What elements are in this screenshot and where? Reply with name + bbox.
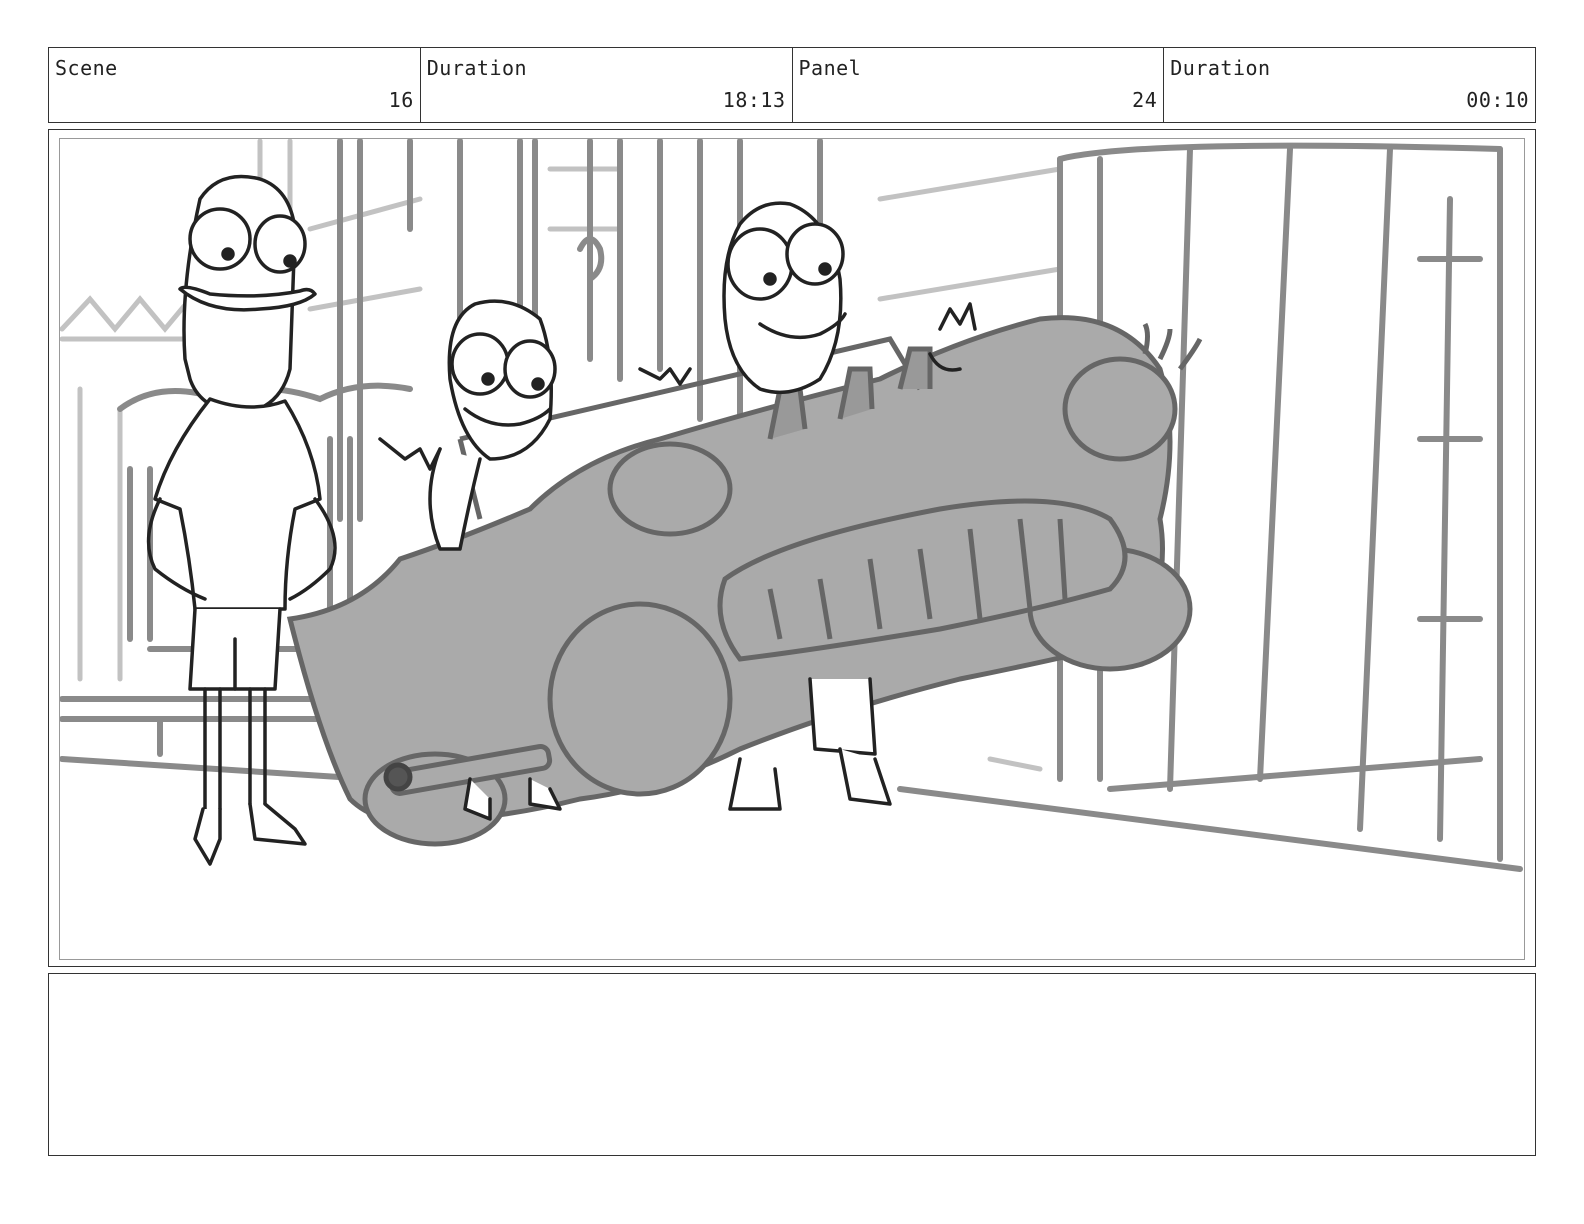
scene-label: Scene (55, 56, 118, 80)
panel-drawing-area (59, 138, 1525, 960)
panel-duration-cell: Duration 00:10 (1164, 48, 1535, 122)
notes-box (48, 973, 1536, 1156)
scene-duration-value: 18:13 (722, 88, 786, 112)
scene-duration-label: Duration (426, 56, 528, 80)
panel-cell: Panel 24 (793, 48, 1165, 122)
scene-number: 16 (388, 88, 414, 112)
storyboard-header: Scene 16 Duration 18:13 Panel 24 Duratio… (48, 47, 1536, 123)
panel-frame (48, 129, 1536, 967)
panel-duration-value: 00:10 (1466, 88, 1529, 112)
panel-number: 24 (1132, 88, 1158, 112)
storyboard-sketch (60, 139, 1523, 872)
panel-duration-label: Duration (1170, 56, 1271, 80)
scene-cell: Scene 16 (49, 48, 421, 122)
panel-label: Panel (798, 56, 862, 80)
scene-duration-cell: Duration 18:13 (421, 48, 793, 122)
